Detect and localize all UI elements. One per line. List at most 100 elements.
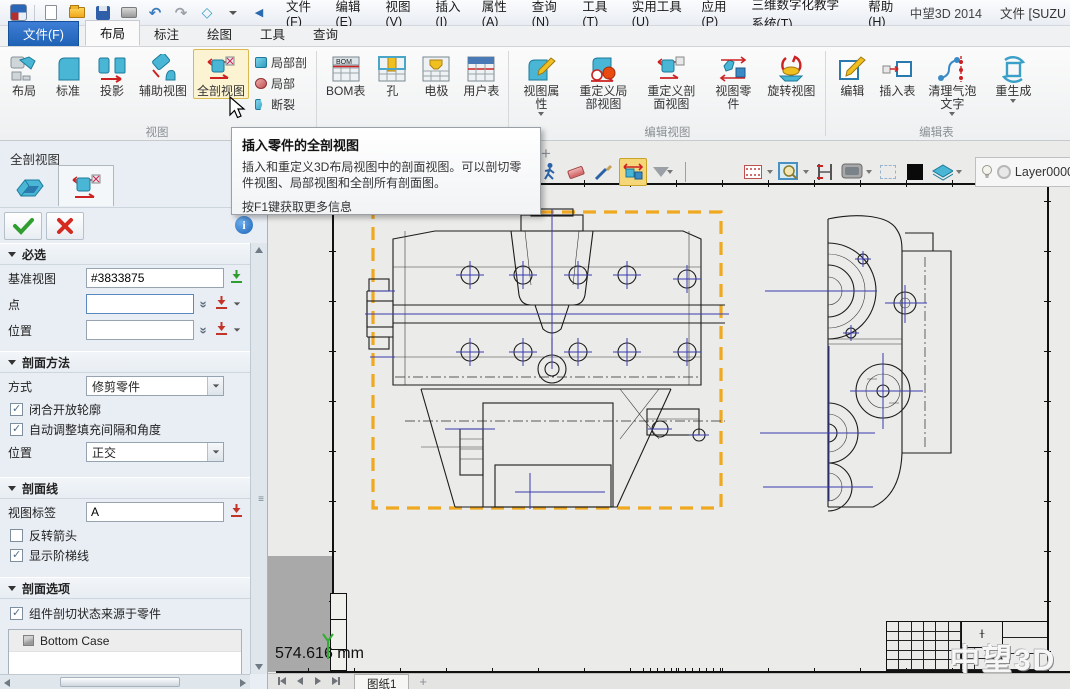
ok-button[interactable] <box>4 212 42 240</box>
menu-utilities[interactable]: 实用工具(U) <box>623 0 693 29</box>
component-state-checkbox[interactable] <box>10 607 23 620</box>
filter-icon[interactable] <box>652 161 674 183</box>
menu-insert[interactable]: 插入(I) <box>427 0 473 29</box>
new-file-icon[interactable] <box>41 4 61 22</box>
redo-icon[interactable]: ↷ <box>171 4 191 22</box>
broken-view-button[interactable]: 断裂 <box>252 95 310 114</box>
menu-help[interactable]: 帮助(H) <box>859 0 910 29</box>
hole-table-button[interactable]: 孔 <box>371 49 413 99</box>
tab-inquire[interactable]: 查询 <box>299 22 352 46</box>
collapse-ribbon-icon[interactable]: ◀ <box>249 4 269 22</box>
mode-select[interactable]: 修剪零件 <box>86 376 224 396</box>
menu-inquire[interactable]: 查询(N) <box>523 0 574 29</box>
menu-applications[interactable]: 应用(P) <box>693 0 743 29</box>
expand-chevrons-icon[interactable]: » <box>197 324 212 336</box>
pick-green-icon[interactable] <box>229 269 244 287</box>
tab-annotate[interactable]: 标注 <box>140 22 193 46</box>
layer-combo[interactable]: Layer0000 <box>975 157 1070 187</box>
section-hatch[interactable]: 剖面线 <box>0 477 250 499</box>
front-view-drawing[interactable] <box>365 207 730 514</box>
redefine-section-view-button[interactable]: 重定义剖面视图 <box>638 49 704 112</box>
view-part-button[interactable]: 视图零件 <box>706 49 760 112</box>
auxiliary-view-button[interactable]: 辅助视图 <box>135 49 191 99</box>
add-sheet-button[interactable]: + <box>411 674 435 689</box>
last-sheet-icon[interactable] <box>328 674 344 688</box>
pick-red-icon[interactable] <box>229 503 244 521</box>
panel-tab-section[interactable] <box>58 165 114 206</box>
first-sheet-icon[interactable] <box>274 674 290 688</box>
location-select[interactable]: 正交 <box>86 442 224 462</box>
drawing-canvas[interactable]: + <box>268 141 1070 689</box>
paint-icon[interactable] <box>592 161 614 183</box>
dropdown-caret-icon[interactable] <box>956 170 962 174</box>
expand-chevrons-icon[interactable]: » <box>197 298 212 310</box>
constraint-icon[interactable] <box>814 161 836 183</box>
save-icon[interactable] <box>93 4 113 22</box>
menu-view[interactable]: 视图(V) <box>376 0 426 29</box>
selected-tool-icon[interactable] <box>619 158 647 186</box>
position-input[interactable] <box>86 320 194 340</box>
base-view-input[interactable] <box>86 268 224 288</box>
list-item[interactable]: Bottom Case <box>9 630 241 652</box>
quick-access-dropdown-icon[interactable] <box>223 4 243 22</box>
view-attributes-button[interactable]: 视图属性 <box>514 49 568 117</box>
undo-icon[interactable]: ↶ <box>145 4 165 22</box>
point-input[interactable] <box>86 294 194 314</box>
panel-tab-3d[interactable] <box>2 165 58 206</box>
erase-icon[interactable] <box>565 161 587 183</box>
grid-settings-icon[interactable] <box>742 161 764 183</box>
select-dropdown-icon[interactable] <box>207 377 223 395</box>
tab-file[interactable]: 文件(F) <box>8 21 79 46</box>
walk-through-icon[interactable] <box>538 161 560 183</box>
standard-view-button[interactable]: 标准 <box>47 49 89 99</box>
open-file-icon[interactable] <box>67 4 87 22</box>
dropdown-caret-icon[interactable] <box>767 170 773 174</box>
electrode-table-button[interactable]: 电极 <box>415 49 457 99</box>
scrollbar-thumb[interactable] <box>60 677 180 687</box>
regen-table-button[interactable]: 重生成 <box>985 49 1041 104</box>
tab-draw[interactable]: 绘图 <box>193 22 246 46</box>
auto-adjust-checkbox[interactable] <box>10 423 23 436</box>
redefine-detail-view-button[interactable]: 重定义局部视图 <box>570 49 636 112</box>
tab-layout[interactable]: 布局 <box>85 20 140 46</box>
full-section-view-button[interactable]: 全剖视图 <box>193 49 249 99</box>
detail-view-button[interactable]: 局部 <box>252 74 310 93</box>
sheet-tab[interactable]: 图纸1 <box>354 674 409 689</box>
info-button[interactable]: i <box>235 216 253 234</box>
dropdown-caret-icon[interactable] <box>866 170 872 174</box>
view-tag-input[interactable] <box>86 502 224 522</box>
pick-red-icon[interactable] <box>214 321 229 339</box>
layer-stack-icon[interactable] <box>931 161 953 183</box>
side-view-drawing[interactable] <box>755 211 970 529</box>
menu-attributes[interactable]: 属性(A) <box>473 0 523 29</box>
panel-horizontal-scrollbar[interactable] <box>0 674 250 689</box>
cancel-button[interactable] <box>46 212 84 240</box>
pick-options-caret-icon[interactable] <box>234 302 240 305</box>
select-dropdown-icon[interactable] <box>207 443 223 461</box>
zoom-tool-icon[interactable] <box>778 161 800 183</box>
clean-balloon-button[interactable]: 清理气泡文字 <box>921 49 983 117</box>
regen-icon[interactable]: ◇ <box>197 4 217 22</box>
show-step-checkbox[interactable] <box>10 549 23 562</box>
prev-sheet-icon[interactable] <box>292 674 308 688</box>
pick-red-icon[interactable] <box>214 295 229 313</box>
close-profile-checkbox[interactable] <box>10 403 23 416</box>
local-section-button[interactable]: 局部剖 <box>252 53 310 72</box>
panel-vertical-scrollbar[interactable]: ≡ <box>250 243 267 674</box>
tab-tools[interactable]: 工具 <box>246 22 299 46</box>
insert-table-button[interactable]: 插入表 <box>875 49 919 99</box>
section-options[interactable]: 剖面选项 <box>0 577 250 599</box>
print-icon[interactable] <box>119 4 139 22</box>
next-sheet-icon[interactable] <box>310 674 326 688</box>
panel-splitter-handle[interactable]: ≡ <box>258 498 264 502</box>
bom-table-button[interactable]: BOM BOM表 <box>322 49 369 99</box>
display-mode-icon[interactable] <box>841 161 863 183</box>
flip-arrow-checkbox[interactable] <box>10 529 23 542</box>
section-required[interactable]: 必选 <box>0 243 250 265</box>
pick-options-caret-icon[interactable] <box>234 328 240 331</box>
menu-tools[interactable]: 工具(T) <box>573 0 622 29</box>
rotate-view-button[interactable]: 旋转视图 <box>762 49 820 99</box>
dropdown-caret-icon[interactable] <box>803 170 809 174</box>
color-swatch-icon[interactable] <box>904 161 926 183</box>
edit-button[interactable]: 编辑 <box>831 49 873 99</box>
